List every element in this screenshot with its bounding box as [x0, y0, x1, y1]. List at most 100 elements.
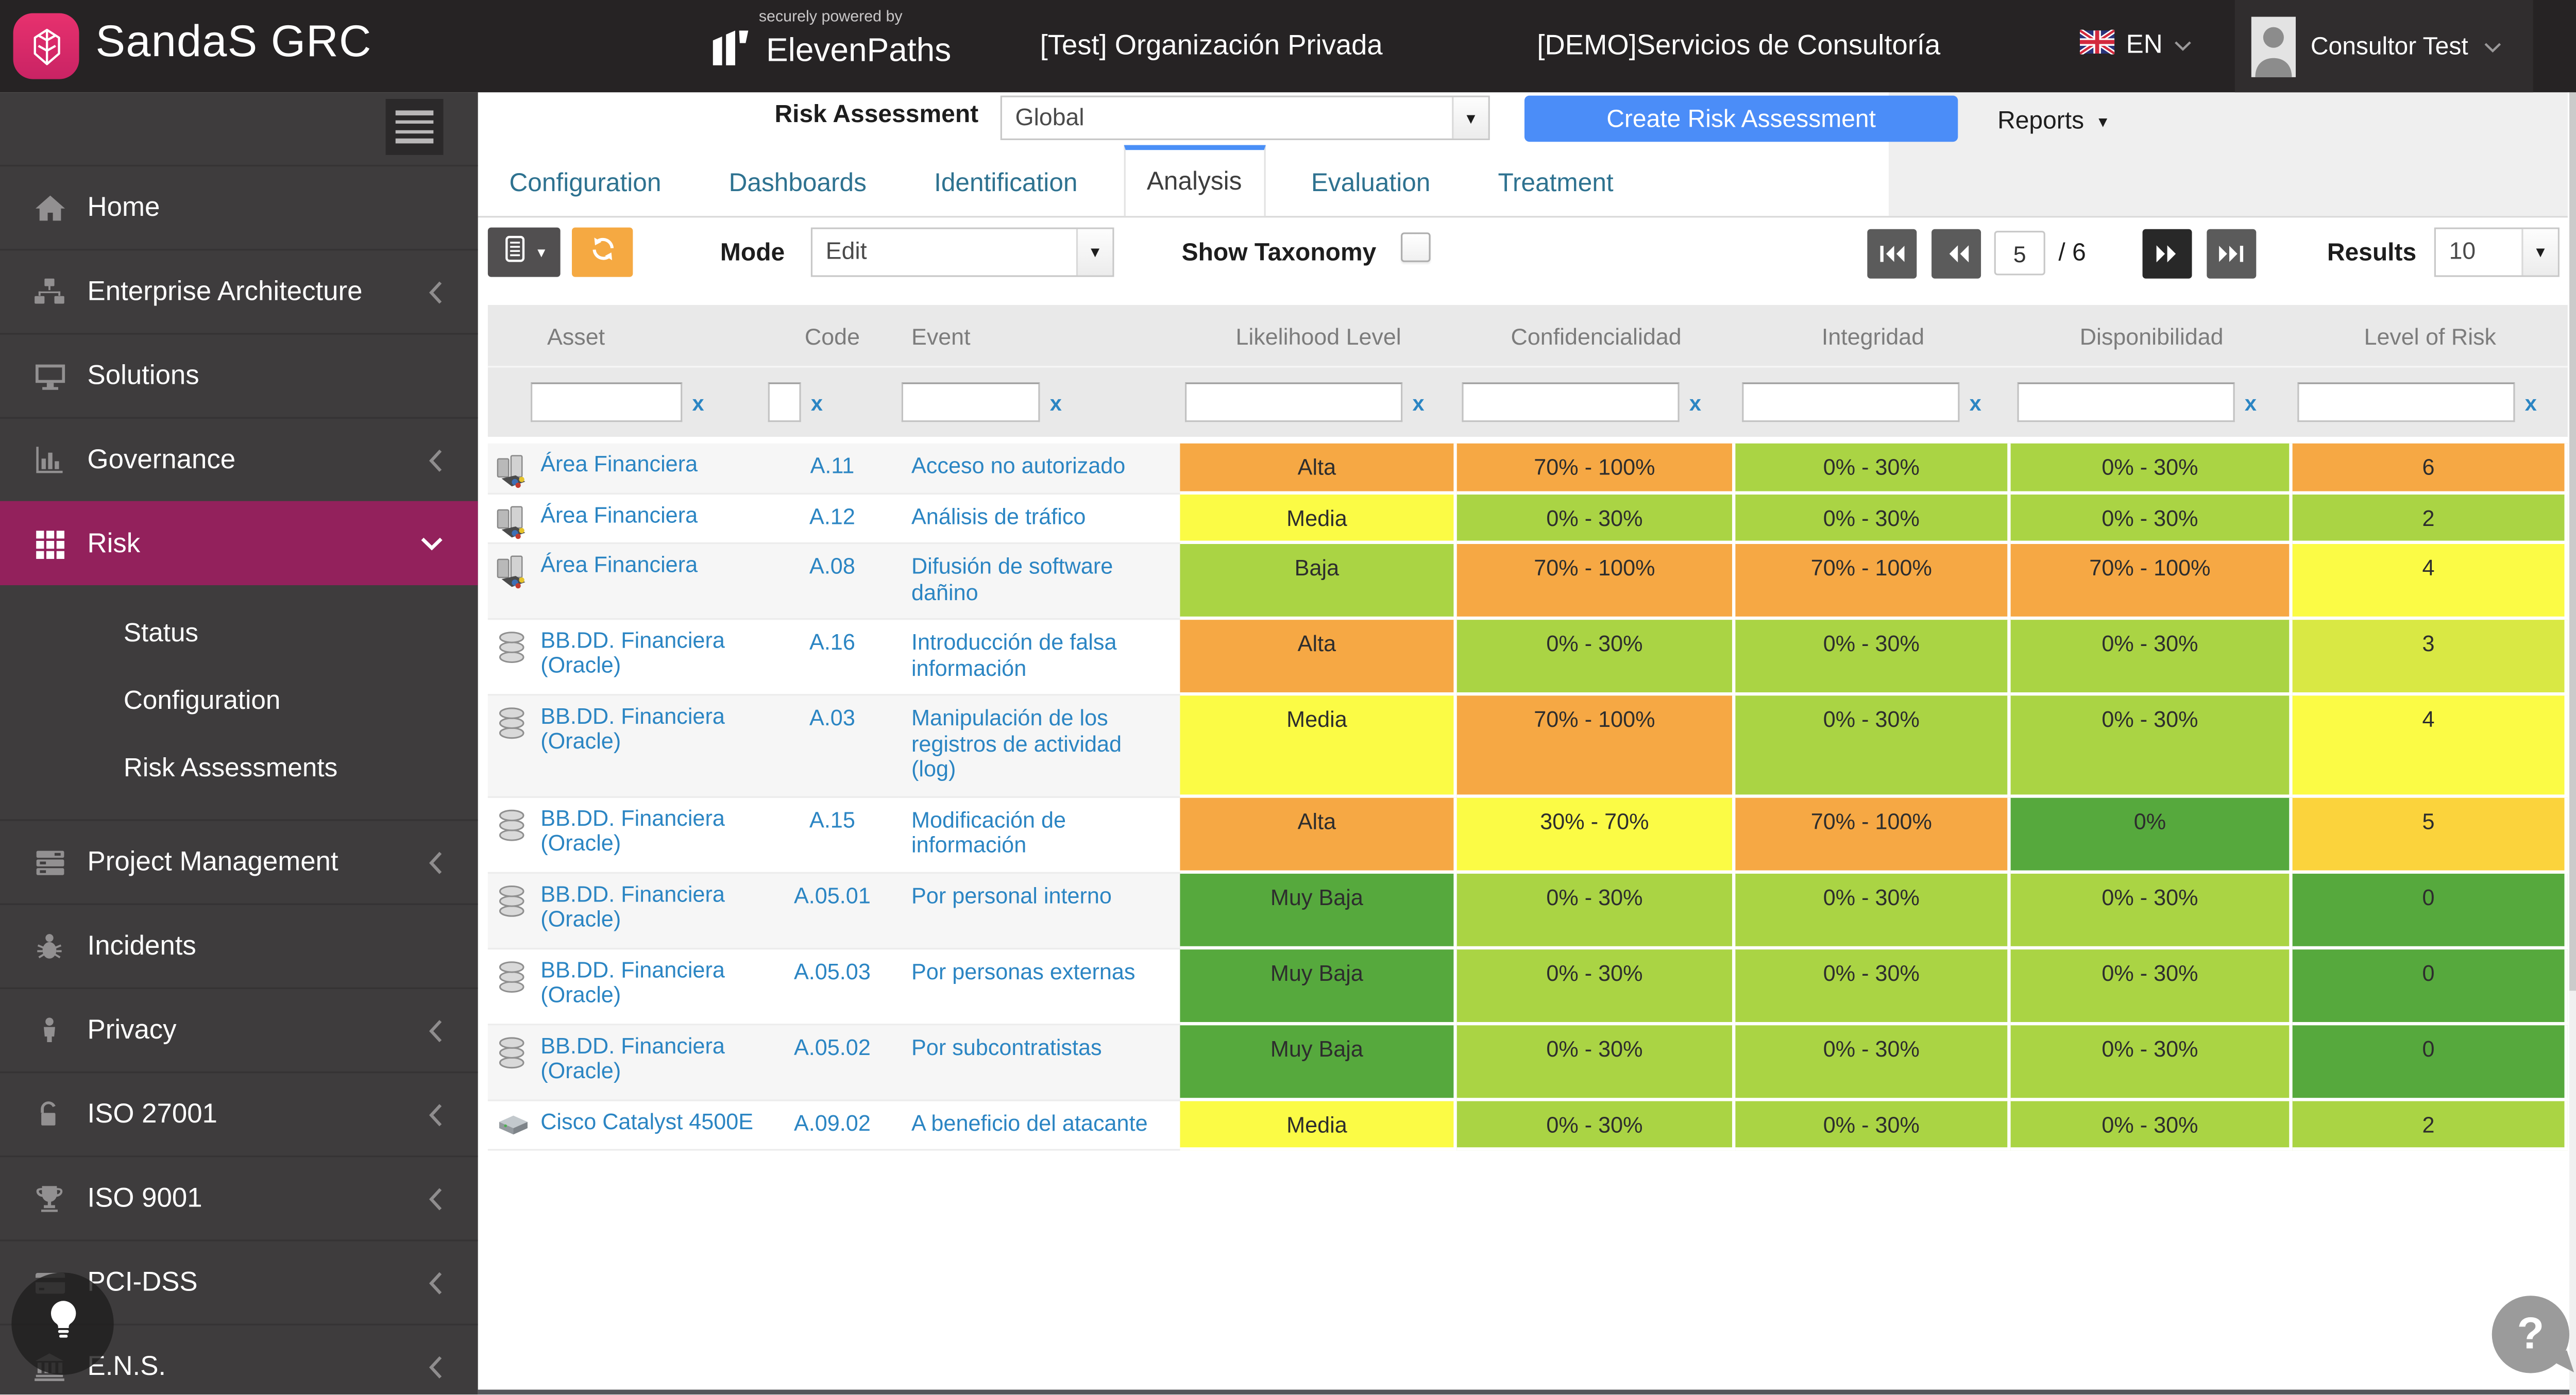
cell-confidencialidad[interactable]: 0% - 30%: [1457, 494, 1736, 544]
cell-disponibilidad[interactable]: 0% - 30%: [2011, 1100, 2293, 1151]
cell-integridad[interactable]: 0% - 30%: [1735, 494, 2010, 544]
cell-likelihood[interactable]: Alta: [1180, 444, 1456, 494]
cell-level-of-risk[interactable]: 6: [2293, 444, 2568, 494]
filter-clear-link[interactable]: x: [1689, 390, 1701, 415]
cell-confidencialidad[interactable]: 0% - 30%: [1457, 1100, 1736, 1151]
cell-confidencialidad[interactable]: 70% - 100%: [1457, 695, 1736, 797]
results-per-page-select[interactable]: 10: [2434, 228, 2560, 277]
asset-link[interactable]: BB.DD. Financiera (Oracle): [540, 1033, 763, 1099]
asset-link[interactable]: BB.DD. Financiera (Oracle): [540, 628, 763, 694]
cell-likelihood[interactable]: Alta: [1180, 797, 1456, 873]
column-header-asset[interactable]: Asset: [488, 322, 767, 349]
scrollbar-thumb[interactable]: [2568, 92, 2576, 991]
filter-input-likelihood[interactable]: [1185, 382, 1402, 422]
cell-code[interactable]: A.16: [766, 620, 898, 695]
create-risk-assessment-button[interactable]: Create Risk Assessment: [1524, 96, 1958, 142]
filter-clear-link[interactable]: x: [1970, 390, 1981, 415]
filter-clear-link[interactable]: x: [692, 390, 704, 415]
cell-disponibilidad[interactable]: 0% - 30%: [2011, 1025, 2293, 1100]
column-header-disponibilidad[interactable]: Disponibilidad: [2011, 322, 2293, 349]
bottom-scrollbar[interactable]: [478, 1390, 2569, 1395]
filter-clear-link[interactable]: x: [1050, 390, 1062, 415]
cell-level-of-risk[interactable]: 4: [2293, 695, 2568, 797]
cell-level-of-risk[interactable]: 5: [2293, 797, 2568, 873]
cell-disponibilidad[interactable]: 0% - 30%: [2011, 695, 2293, 797]
sidebar-item-iso-27001[interactable]: ISO 27001: [0, 1071, 478, 1155]
pagination-next-button[interactable]: [2143, 229, 2192, 279]
asset-link[interactable]: BB.DD. Financiera (Oracle): [540, 957, 763, 1023]
cell-likelihood[interactable]: Muy Baja: [1180, 949, 1456, 1025]
cell-integridad[interactable]: 0% - 30%: [1735, 444, 2010, 494]
cell-event[interactable]: Acceso no autorizado: [898, 444, 1180, 494]
column-header-integridad[interactable]: Integridad: [1735, 322, 2010, 349]
asset-link[interactable]: Área Financiera: [540, 452, 763, 492]
cell-disponibilidad[interactable]: 0% - 30%: [2011, 873, 2293, 948]
cell-confidencialidad[interactable]: 0% - 30%: [1457, 873, 1736, 948]
cell-confidencialidad[interactable]: 70% - 100%: [1457, 444, 1736, 494]
asset-link[interactable]: Área Financiera: [540, 552, 763, 618]
cell-integridad[interactable]: 0% - 30%: [1735, 873, 2010, 948]
cell-code[interactable]: A.09.02: [766, 1100, 898, 1151]
sidebar-item-privacy[interactable]: Privacy: [0, 988, 478, 1071]
asset-link[interactable]: Cisco Catalyst 4500E: [540, 1109, 763, 1149]
cell-code[interactable]: A.12: [766, 494, 898, 544]
cell-disponibilidad[interactable]: 0% - 30%: [2011, 494, 2293, 544]
filter-input-integridad[interactable]: [1742, 382, 1959, 422]
filter-clear-link[interactable]: x: [2245, 390, 2257, 415]
reports-dropdown[interactable]: Reports: [1997, 107, 2110, 135]
pagination-last-button[interactable]: [2207, 229, 2256, 279]
sidebar-toggle-button[interactable]: [386, 99, 444, 155]
tab-configuration[interactable]: Configuration: [488, 148, 683, 216]
cell-integridad[interactable]: 0% - 30%: [1735, 1100, 2010, 1151]
cell-likelihood[interactable]: Media: [1180, 695, 1456, 797]
column-header-confidencialidad[interactable]: Confidencialidad: [1457, 322, 1736, 349]
refresh-button[interactable]: [572, 228, 633, 277]
cell-disponibilidad[interactable]: 0% - 30%: [2011, 444, 2293, 494]
hint-lightbulb-button[interactable]: [11, 1272, 113, 1374]
cell-event[interactable]: Por subcontratistas: [898, 1025, 1180, 1100]
cell-disponibilidad[interactable]: 0%: [2011, 797, 2293, 873]
cell-code[interactable]: A.03: [766, 695, 898, 797]
cell-event[interactable]: Análisis de tráfico: [898, 494, 1180, 544]
cell-level-of-risk[interactable]: 0: [2293, 1025, 2568, 1100]
tab-analysis[interactable]: Analysis: [1124, 145, 1265, 216]
column-header-level-of-risk[interactable]: Level of Risk: [2293, 322, 2568, 349]
filter-clear-link[interactable]: x: [1412, 390, 1424, 415]
filter-clear-link[interactable]: x: [811, 390, 823, 415]
sidebar-item-solutions[interactable]: Solutions: [0, 333, 478, 417]
asset-link[interactable]: BB.DD. Financiera (Oracle): [540, 881, 763, 947]
risk-assessment-select[interactable]: Global: [1001, 96, 1490, 140]
cell-event[interactable]: Modificación de información: [898, 797, 1180, 873]
cell-confidencialidad[interactable]: 70% - 100%: [1457, 544, 1736, 620]
cell-integridad[interactable]: 70% - 100%: [1735, 797, 2010, 873]
cell-event[interactable]: Difusión de software dañino: [898, 544, 1180, 620]
column-header-likelihood[interactable]: Likelihood Level: [1180, 322, 1456, 349]
vertical-scrollbar[interactable]: [2568, 92, 2576, 1395]
tab-dashboards[interactable]: Dashboards: [707, 148, 888, 216]
filter-clear-link[interactable]: x: [2525, 390, 2537, 415]
column-header-event[interactable]: Event: [898, 322, 1180, 349]
cell-code[interactable]: A.08: [766, 544, 898, 620]
cell-event[interactable]: Introducción de falsa información: [898, 620, 1180, 695]
cell-event[interactable]: Manipulación de los registros de activid…: [898, 695, 1180, 797]
asset-link[interactable]: Área Financiera: [540, 502, 763, 542]
cell-likelihood[interactable]: Media: [1180, 494, 1456, 544]
cell-confidencialidad[interactable]: 0% - 30%: [1457, 1025, 1736, 1100]
pagination-first-button[interactable]: [1867, 229, 1917, 279]
filter-input-code[interactable]: [768, 382, 801, 422]
cell-integridad[interactable]: 70% - 100%: [1735, 544, 2010, 620]
cell-code[interactable]: A.05.03: [766, 949, 898, 1025]
filter-input-confidencialidad[interactable]: [1462, 382, 1679, 422]
sidebar-item-risk[interactable]: Risk: [0, 501, 478, 585]
show-taxonomy-checkbox[interactable]: [1401, 232, 1431, 262]
cell-likelihood[interactable]: Muy Baja: [1180, 1025, 1456, 1100]
sidebar-subitem-risk-assessments[interactable]: Risk Assessments: [0, 735, 478, 803]
cell-level-of-risk[interactable]: 2: [2293, 494, 2568, 544]
filter-input-asset[interactable]: [531, 382, 682, 422]
cell-event[interactable]: A beneficio del atacante: [898, 1100, 1180, 1151]
page-number-input[interactable]: [1994, 231, 2045, 275]
cell-event[interactable]: Por personal interno: [898, 873, 1180, 948]
cell-likelihood[interactable]: Baja: [1180, 544, 1456, 620]
cell-level-of-risk[interactable]: 3: [2293, 620, 2568, 695]
cell-level-of-risk[interactable]: 0: [2293, 949, 2568, 1025]
